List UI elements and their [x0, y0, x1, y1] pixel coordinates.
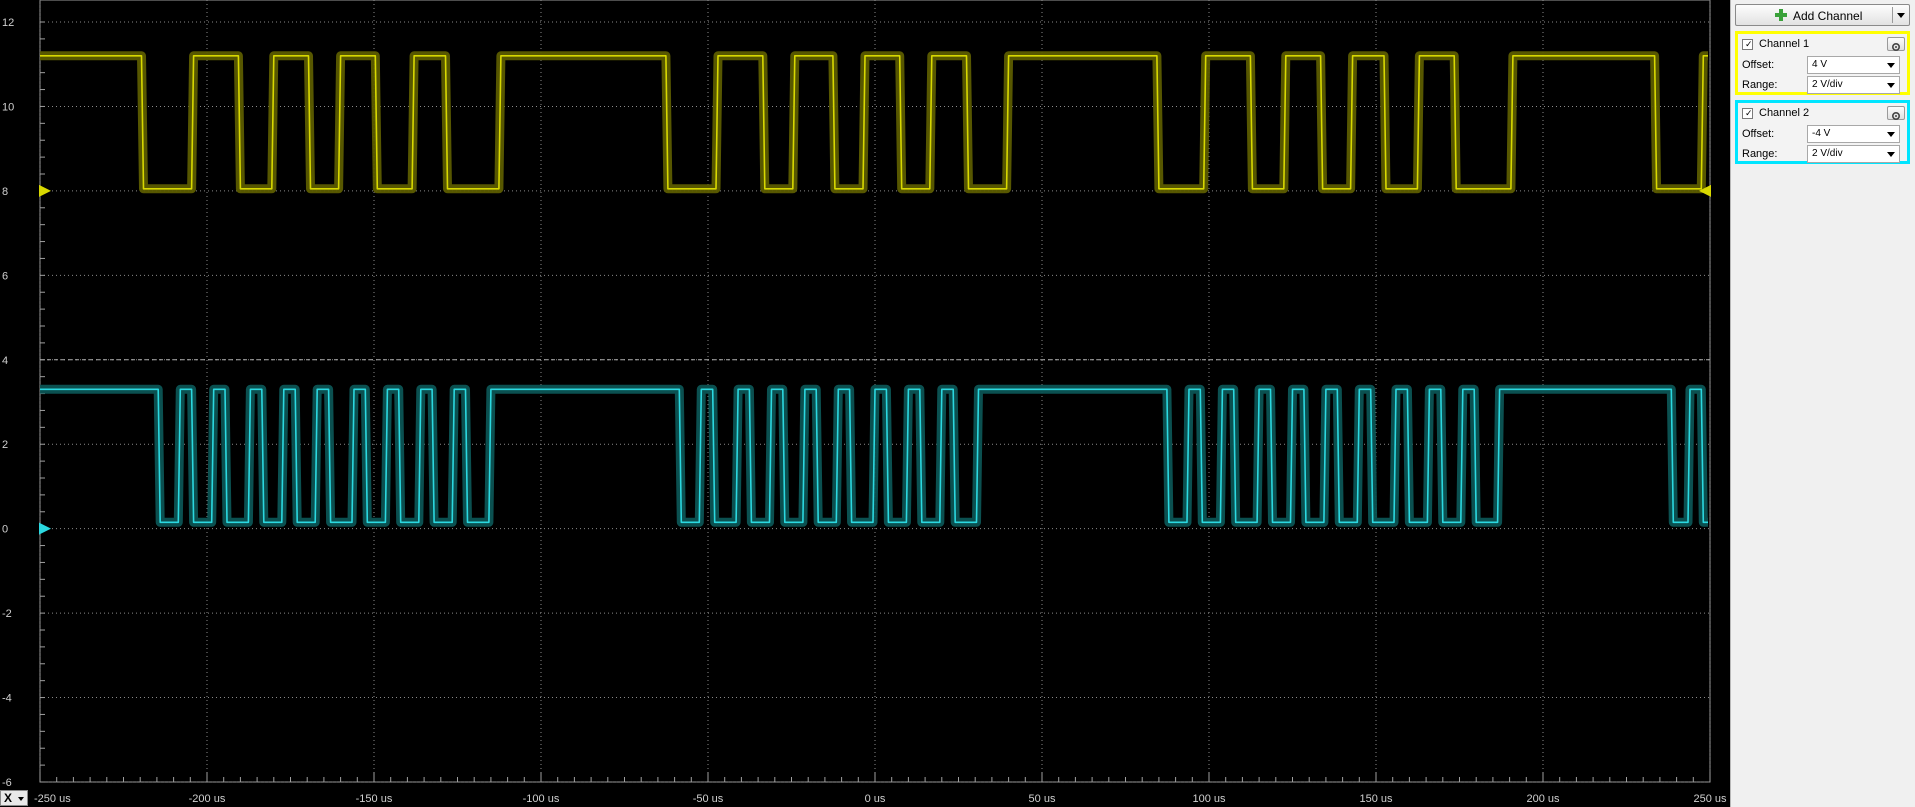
channel-1-range-select[interactable]: 2 V/div: [1807, 76, 1900, 94]
range-value: 2 V/div: [1812, 148, 1843, 159]
y-tick-label: 2: [2, 439, 8, 451]
range-label: Range:: [1742, 79, 1778, 91]
offset-value: -4 V: [1812, 128, 1831, 139]
y-tick-label: 6: [2, 270, 8, 282]
channel-2-range-row: Range: 2 V/div: [1742, 145, 1905, 163]
gear-icon: [1892, 42, 1901, 52]
y-tick-label: 4: [2, 355, 8, 367]
x-tick-label: 0 us: [865, 793, 886, 805]
chevron-down-icon: [1887, 132, 1895, 137]
channel-2-range-select[interactable]: 2 V/div: [1807, 145, 1900, 163]
range-value: 2 V/div: [1812, 79, 1843, 90]
x-tick-label: -200 us: [189, 793, 226, 805]
y-tick-label: -6: [2, 777, 12, 789]
y-tick-label: -4: [2, 693, 12, 705]
y-tick-label: -2: [2, 608, 12, 620]
add-channel-button[interactable]: Add Channel: [1735, 4, 1910, 26]
channel-1-offset-row: Offset: 4 V: [1742, 56, 1905, 74]
chevron-down-icon: [1887, 152, 1895, 157]
offset-label: Offset:: [1742, 59, 1775, 71]
plus-icon: [1775, 9, 1787, 21]
chevron-down-icon: [1887, 63, 1895, 68]
x-tick-label: 50 us: [1029, 793, 1056, 805]
y-tick-label: 12: [2, 17, 14, 29]
channel-1-header: ✓ Channel 1: [1742, 37, 1905, 53]
x-tick-label: 200 us: [1526, 793, 1560, 805]
channel-panel: Add Channel ✓ Channel 1 Offset: 4 V Rang…: [1730, 0, 1915, 807]
channel-2-offset-select[interactable]: -4 V: [1807, 125, 1900, 143]
channel-2-offset-row: Offset: -4 V: [1742, 125, 1905, 143]
chevron-down-icon: [18, 797, 24, 801]
scope-plot-area[interactable]: -250 us -200 us -150 us -100 us -50 us 0 us 50…: [0, 0, 1730, 807]
y-tick-label: 0: [2, 524, 8, 536]
x-tick-label: -250 us: [34, 793, 71, 805]
oscilloscope-app: -250 us -200 us -150 us -100 us -50 us 0 us 50…: [0, 0, 1915, 807]
x-tick-label: -50 us: [693, 793, 724, 805]
y-tick-label: 10: [2, 101, 14, 113]
chevron-down-icon: [1887, 83, 1895, 88]
channel-1-name: Channel 1: [1759, 38, 1810, 50]
y-tick-label: 8: [2, 186, 8, 198]
x-axis-selector[interactable]: X: [0, 790, 28, 806]
x-tick-label: 250 us: [1693, 793, 1727, 805]
waveform-chart[interactable]: -250 us -200 us -150 us -100 us -50 us 0 us 50…: [0, 0, 1730, 807]
channel-2-settings-button[interactable]: [1887, 106, 1905, 121]
channel-1-card: ✓ Channel 1 Offset: 4 V Range: 2 V/div: [1735, 31, 1910, 95]
channel-1-settings-button[interactable]: [1887, 37, 1905, 52]
x-tick-label: 100 us: [1192, 793, 1226, 805]
channel-1-checkbox[interactable]: ✓: [1742, 39, 1753, 50]
range-label: Range:: [1742, 148, 1778, 160]
channel-1-offset-select[interactable]: 4 V: [1807, 56, 1900, 74]
check-icon: ✓: [1745, 40, 1753, 50]
check-icon: ✓: [1745, 109, 1753, 119]
channel-1-range-row: Range: 2 V/div: [1742, 76, 1905, 94]
offset-value: 4 V: [1812, 59, 1828, 70]
gear-icon: [1892, 111, 1901, 121]
split-separator: [1892, 7, 1893, 23]
channel-2-header: ✓ Channel 2: [1742, 106, 1905, 122]
chevron-down-icon[interactable]: [1897, 13, 1905, 18]
offset-label: Offset:: [1742, 128, 1775, 140]
channel-2-card: ✓ Channel 2 Offset: -4 V Range: 2 V/div: [1735, 100, 1910, 164]
x-tick-label: 150 us: [1359, 793, 1393, 805]
add-channel-label: Add Channel: [1793, 9, 1863, 23]
channel-2-name: Channel 2: [1759, 107, 1810, 119]
x-tick-label: -150 us: [356, 793, 393, 805]
x-tick-label: -100 us: [523, 793, 560, 805]
x-axis-label: X: [4, 791, 13, 805]
channel-2-checkbox[interactable]: ✓: [1742, 108, 1753, 119]
